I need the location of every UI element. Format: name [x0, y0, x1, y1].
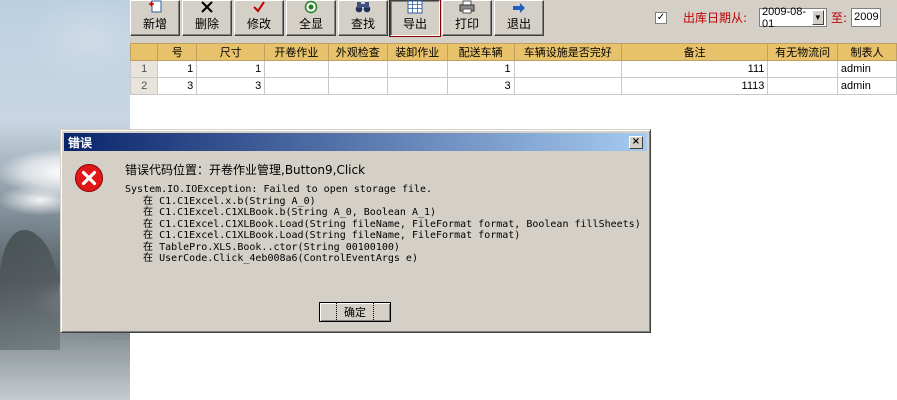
show-all-button[interactable]: 全显 [286, 0, 336, 36]
find-button[interactable]: 查找 [338, 0, 388, 36]
check-icon [251, 0, 267, 14]
table-row[interactable]: 1 1 1 1 111 admin [130, 60, 897, 78]
date-from-label: 出库日期从: [683, 11, 748, 25]
date-to-label: 至: [831, 11, 848, 25]
date-filter-checkbox[interactable]: ✓ [655, 11, 667, 24]
delete-icon [199, 0, 215, 14]
column-header[interactable]: 配送车辆 [446, 43, 515, 61]
column-header[interactable]: 有无物流问 [767, 43, 838, 61]
stack-line: 在 TablePro.XLS.Book..ctor(String 0010010… [125, 241, 400, 253]
exit-arrow-icon [511, 1, 527, 14]
column-header[interactable]: 车辆设施是否完好 [513, 43, 622, 61]
add-icon [147, 0, 163, 14]
row-number[interactable]: 1 [130, 60, 159, 78]
table-cell[interactable]: 1 [157, 60, 198, 78]
stack-line: 在 UserCode.Click_4eb008a6(ControlEventAr… [125, 253, 418, 264]
column-header[interactable]: 装卸作业 [387, 43, 448, 61]
chevron-down-icon[interactable]: ▼ [811, 10, 825, 25]
printer-icon [459, 0, 475, 14]
row-indicator-header [130, 43, 159, 61]
date-from-picker[interactable]: 2009-08-01 ▼ [759, 5, 828, 30]
export-grid-icon [407, 0, 423, 14]
dialog-titlebar[interactable]: 错误 × [64, 133, 647, 151]
date-from-value: 2009-08-01 [762, 5, 807, 30]
table-cell[interactable]: 1 [446, 60, 515, 78]
table-cell[interactable]: admin [836, 60, 897, 78]
toolbar: 新增 删除 修改 全显 查找 导出 打印 退出 [130, 0, 544, 40]
print-button[interactable]: 打印 [442, 0, 492, 36]
dialog-title: 错误 [68, 135, 93, 150]
error-icon [74, 163, 104, 193]
stack-line: 在 C1.C1Excel.x.b(String A_0) [125, 195, 316, 207]
table-cell[interactable] [327, 60, 389, 78]
table-cell[interactable] [264, 60, 329, 78]
print-button-label: 打印 [454, 17, 479, 31]
column-header[interactable]: 外观检查 [327, 43, 389, 61]
stack-trace: System.IO.IOException: Failed to open st… [125, 184, 641, 265]
stack-line: 在 C1.C1Excel.C1XLBook.b(String A_0, Bool… [125, 207, 437, 218]
date-to-value: 2009 [854, 11, 879, 23]
error-location-text: 错误代码位置：开卷作业管理,Button9,Click [125, 163, 366, 177]
mountain-rock [0, 230, 60, 350]
ok-button-label: 确定 [336, 302, 374, 322]
show-all-button-label: 全显 [298, 17, 323, 31]
export-button-label: 导出 [402, 17, 427, 31]
table-cell[interactable] [767, 77, 838, 95]
column-header[interactable]: 开卷作业 [264, 43, 329, 61]
table-cell[interactable]: 1113 [620, 77, 769, 95]
table-cell[interactable] [513, 77, 622, 95]
add-button[interactable]: 新增 [130, 0, 180, 36]
row-number[interactable]: 2 [130, 77, 159, 95]
stack-line: System.IO.IOException: Failed to open st… [125, 184, 433, 195]
column-header[interactable]: 尺寸 [196, 43, 266, 61]
exit-button[interactable]: 退出 [494, 0, 544, 36]
table-cell[interactable]: 3 [157, 77, 198, 95]
table-cell[interactable] [513, 60, 622, 78]
delete-button[interactable]: 删除 [182, 0, 232, 36]
export-button[interactable]: 导出 [390, 0, 440, 36]
column-header[interactable]: 制表人 [836, 43, 897, 61]
error-dialog: 错误 × 错误代码位置：开卷作业管理,Button9,Click System.… [60, 129, 651, 333]
close-icon[interactable]: × [629, 135, 643, 149]
exit-button-label: 退出 [506, 17, 531, 31]
table-row[interactable]: 2 3 3 3 1113 admin [130, 77, 897, 95]
binoculars-icon [355, 0, 371, 14]
ok-button[interactable]: 确定 [319, 302, 391, 322]
grid-header-row: 号 尺寸 开卷作业 外观检查 装卸作业 配送车辆 车辆设施是否完好 备注 有无物… [130, 43, 897, 61]
table-cell[interactable]: 3 [446, 77, 515, 95]
date-to-picker[interactable]: 2009 [851, 8, 882, 27]
table-cell[interactable] [327, 77, 389, 95]
table-cell[interactable]: 3 [196, 77, 266, 95]
table-cell[interactable] [387, 60, 448, 78]
delete-button-label: 删除 [194, 17, 219, 31]
column-header[interactable]: 备注 [620, 43, 769, 61]
table-cell[interactable]: 1 [196, 60, 266, 78]
edit-button[interactable]: 修改 [234, 0, 284, 36]
table-cell[interactable] [387, 77, 448, 95]
date-filter: ✓ 出库日期从: 2009-08-01 ▼ 至: 2009 [655, 5, 882, 30]
grid-table: 号 尺寸 开卷作业 外观检查 装卸作业 配送车辆 车辆设施是否完好 备注 有无物… [130, 43, 897, 95]
stack-line: 在 C1.C1Excel.C1XLBook.Load(String fileNa… [125, 230, 521, 241]
stack-line: 在 C1.C1Excel.C1XLBook.Load(String fileNa… [125, 218, 641, 230]
table-cell[interactable]: 111 [620, 60, 769, 78]
show-all-icon [303, 0, 319, 14]
table-cell[interactable] [767, 60, 838, 78]
table-cell[interactable]: admin [836, 77, 897, 95]
edit-button-label: 修改 [246, 17, 271, 31]
table-cell[interactable] [264, 77, 329, 95]
column-header[interactable]: 号 [157, 43, 198, 61]
add-button-label: 新增 [142, 17, 167, 31]
find-button-label: 查找 [350, 17, 375, 31]
